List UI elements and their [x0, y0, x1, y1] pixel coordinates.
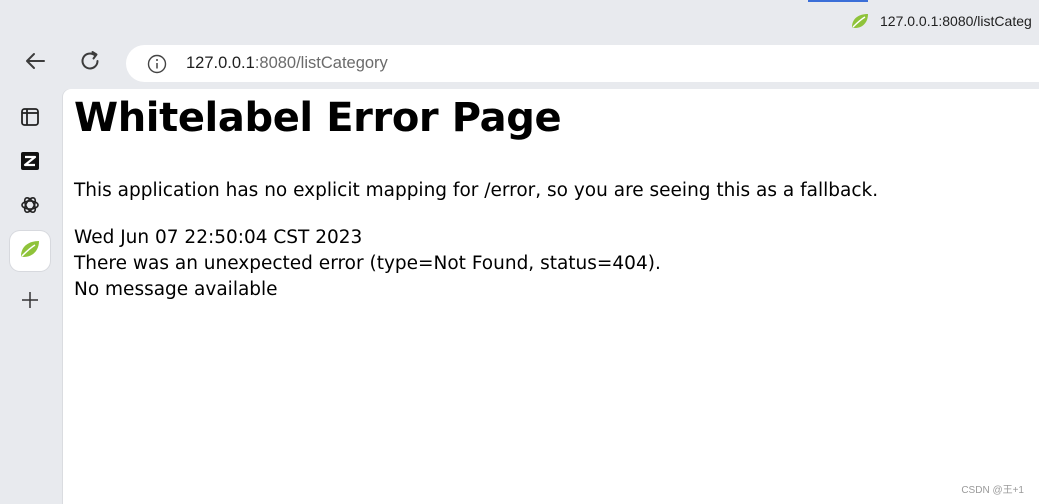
back-arrow-icon — [23, 49, 47, 78]
site-info-icon[interactable] — [147, 54, 167, 74]
sidebar-panel-toggle[interactable] — [10, 99, 50, 139]
error-details: Wed Jun 07 22:50:04 CST 2023 There was a… — [74, 225, 661, 303]
error-status-line: There was an unexpected error (type=Not … — [74, 253, 661, 274]
sidebar-app-openai[interactable] — [10, 187, 50, 227]
page-title: Whitelabel Error Page — [74, 95, 562, 141]
tab-list-category[interactable]: 127.0.0.1:8080/listCateg — [850, 6, 1032, 36]
tab-accent-bar — [808, 0, 868, 2]
sidebar-add[interactable] — [10, 282, 50, 322]
spring-leaf-icon — [19, 238, 41, 265]
sidebar-app-spring[interactable] — [10, 231, 50, 271]
page-content: Whitelabel Error Page This application h… — [63, 89, 1039, 504]
back-button[interactable] — [19, 47, 51, 79]
address-bar[interactable]: 127.0.0.1:8080/listCategory — [126, 45, 1039, 82]
reload-button[interactable] — [74, 47, 106, 79]
tab-strip: 127.0.0.1:8080/listCateg — [0, 0, 1039, 42]
error-timestamp: Wed Jun 07 22:50:04 CST 2023 — [74, 227, 363, 248]
tab-title: 127.0.0.1:8080/listCateg — [880, 13, 1032, 29]
openai-icon — [19, 194, 41, 221]
plus-icon — [20, 290, 40, 315]
url-path: :8080/listCategory — [254, 54, 388, 72]
error-explanation: This application has no explicit mapping… — [74, 180, 879, 201]
error-message: No message available — [74, 279, 278, 300]
watermark: CSDN @王+1 — [961, 485, 1024, 496]
sidebar-app-z[interactable] — [10, 143, 50, 183]
reload-icon — [78, 49, 102, 78]
url-text: 127.0.0.1:8080/listCategory — [186, 54, 388, 73]
url-host: 127.0.0.1 — [186, 54, 255, 72]
spring-leaf-icon — [850, 11, 870, 31]
z-app-icon — [20, 151, 40, 176]
panel-icon — [20, 107, 40, 132]
